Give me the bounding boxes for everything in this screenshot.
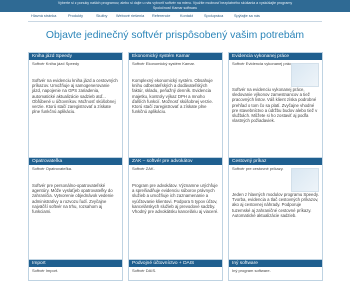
card-subtitle: Softvér ZAK. <box>132 166 155 171</box>
top-banner: Vyberte si z ponuky našich programov, al… <box>0 0 350 12</box>
card-subtitle: Softvér Import. <box>32 268 59 273</box>
product-card-work-records[interactable]: Evidencia vykonanej práce Softvér Eviden… <box>228 52 323 159</box>
card-description: Softvér na evidenciu vykonanej práce, sl… <box>232 87 318 124</box>
product-card-import[interactable]: Import Softvér Import. <box>28 259 123 281</box>
product-card-other-software[interactable]: Iný software Iný program software. <box>228 259 323 281</box>
page-headline: Objavte jedinečný softvér prispôsobený v… <box>45 30 305 41</box>
card-title[interactable]: Opatrovateľka <box>29 158 122 165</box>
nav-item-ask-us[interactable]: Spýtajte sa nás <box>234 14 260 18</box>
card-subtitle: Softvér DAIS. <box>132 268 157 273</box>
card-description: Softvér na evidenciu kniha jázd a cestov… <box>32 78 118 115</box>
card-subtitle: Iný program software. <box>232 268 271 273</box>
product-card-travel-order[interactable]: Cestovný príkaz Softvér pre cestovné prí… <box>228 157 323 261</box>
product-screenshot-thumbnail[interactable] <box>291 63 319 87</box>
nav-item-contact[interactable]: Kontakt <box>180 14 193 18</box>
card-subtitle: Softvér Evidencia vykonanej práce. <box>232 61 295 66</box>
card-description: Jeden z hlavných modulov programu Speedy… <box>232 192 319 218</box>
product-card-dais[interactable]: Podvojné účtovníctvo + DAIS Softvér DAIS… <box>128 259 223 281</box>
card-subtitle: Softvér Ekonomický systém Kamar. <box>132 61 195 66</box>
nav-item-services[interactable]: Služby <box>96 14 107 18</box>
main-navigation: Hlavná stránka Produkty Služby Webové ri… <box>28 12 322 22</box>
card-subtitle: Softvér pre cestovné príkazy. <box>232 166 284 171</box>
card-description: Komplexný ekonomický systém. Obsahuje kn… <box>132 78 213 115</box>
product-card-kamar[interactable]: Ekonomický systém Kamar Softvér Ekonomic… <box>128 52 223 159</box>
product-card-zak-lawyers[interactable]: ZAK – softvér pre advokátov Softvér ZAK.… <box>128 157 223 261</box>
card-title[interactable]: Podvojné účtovníctvo + DAIS <box>129 260 222 267</box>
nav-item-home[interactable]: Hlavná stránka <box>31 14 56 18</box>
card-title[interactable]: Import <box>29 260 122 267</box>
product-screenshot-thumbnail[interactable] <box>291 168 319 192</box>
card-description: Program pre advokátov. Významne urýchľuj… <box>132 183 219 215</box>
card-title[interactable]: Evidencia vykonanej práce <box>229 53 322 60</box>
nav-item-references[interactable]: Referencie <box>152 14 170 18</box>
card-subtitle: Softvér Kniha jázd Speedy <box>32 61 80 66</box>
card-title[interactable]: ZAK – softvér pre advokátov <box>129 158 222 165</box>
card-description: Softvér pre personálno-opatrovateľské ag… <box>32 183 114 215</box>
card-title[interactable]: Iný software <box>229 260 322 267</box>
card-title[interactable]: Cestovný príkaz <box>229 158 322 165</box>
card-title[interactable]: Ekonomický systém Kamar <box>129 53 222 60</box>
product-card-caregiver[interactable]: Opatrovateľka Softvér Opatrovateľka. Sof… <box>28 157 123 261</box>
nav-item-web-solutions[interactable]: Webové riešenia <box>116 14 144 18</box>
nav-item-cooperation[interactable]: Spolupráca <box>204 14 223 18</box>
card-title[interactable]: Kniha jázd Speedy <box>29 53 122 60</box>
nav-item-products[interactable]: Produkty <box>68 14 83 18</box>
company-name: Spoločnosť Kamar softwaru <box>152 6 198 10</box>
card-subtitle: Softvér Opatrovateľka. <box>32 166 73 171</box>
product-card-speedy[interactable]: Kniha jázd Speedy Softvér Kniha jázd Spe… <box>28 52 123 159</box>
